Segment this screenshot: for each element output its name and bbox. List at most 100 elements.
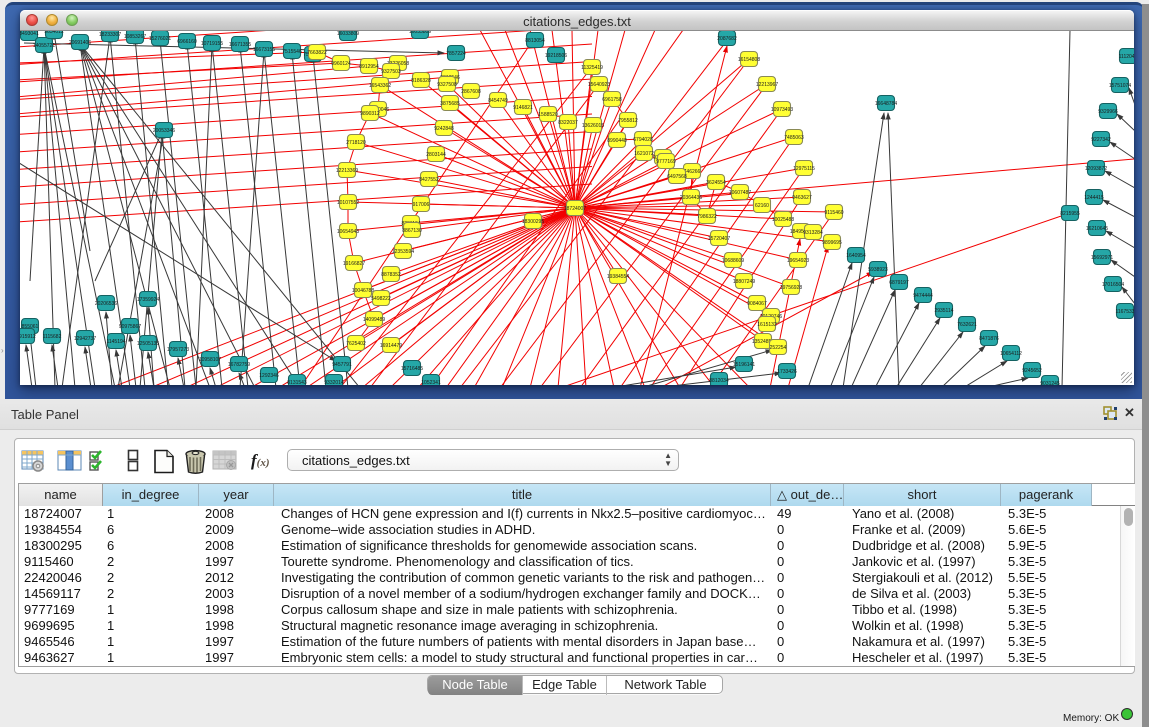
svg-text:8493041: 8493041 xyxy=(20,31,39,37)
svg-text:15751074: 15751074 xyxy=(1109,83,1131,89)
svg-text:18807249: 18807249 xyxy=(733,279,755,285)
svg-text:19384554: 19384554 xyxy=(607,274,629,280)
svg-text:16154808: 16154808 xyxy=(738,57,760,63)
svg-text:20053346: 20053346 xyxy=(153,128,175,134)
svg-text:9031245: 9031245 xyxy=(1040,381,1060,385)
svg-text:12353594: 12353594 xyxy=(392,249,414,255)
svg-text:2718120: 2718120 xyxy=(346,140,366,146)
svg-text:19654923: 19654923 xyxy=(787,258,809,264)
svg-text:2087682: 2087682 xyxy=(717,36,737,42)
svg-text:16673155: 16673155 xyxy=(253,47,275,53)
svg-text:9777169: 9777169 xyxy=(656,159,676,165)
svg-text:9327508: 9327508 xyxy=(437,82,457,88)
svg-text:9474444: 9474444 xyxy=(913,293,933,299)
svg-text:16210645: 16210645 xyxy=(1086,226,1108,232)
svg-text:16543362: 16543362 xyxy=(369,83,391,89)
svg-text:8322037: 8322037 xyxy=(558,120,578,126)
svg-text:20691406: 20691406 xyxy=(69,40,91,46)
svg-text:1167533: 1167533 xyxy=(1115,309,1134,315)
svg-text:14055721: 14055721 xyxy=(33,43,55,49)
svg-text:11325419: 11325419 xyxy=(581,65,603,71)
svg-text:252254: 252254 xyxy=(770,345,787,351)
svg-text:2867608: 2867608 xyxy=(461,89,481,95)
svg-text:5938923: 5938923 xyxy=(868,267,888,273)
svg-text:10046788: 10046788 xyxy=(352,288,374,294)
svg-text:16033809: 16033809 xyxy=(337,31,359,37)
svg-text:16782759: 16782759 xyxy=(228,362,250,368)
svg-text:2935114: 2935114 xyxy=(934,308,953,314)
svg-text:7663822: 7663822 xyxy=(307,50,327,56)
svg-text:6961758: 6961758 xyxy=(602,97,622,103)
svg-text:9327503: 9327503 xyxy=(381,69,401,75)
svg-text:1615132: 1615132 xyxy=(757,322,777,328)
svg-text:7632621: 7632621 xyxy=(957,322,977,328)
svg-text:10654112: 10654112 xyxy=(1000,351,1022,357)
svg-text:10107552: 10107552 xyxy=(337,200,359,206)
svg-text:16648784: 16648784 xyxy=(875,101,897,107)
svg-text:18233307: 18233307 xyxy=(99,32,121,38)
svg-text:917006: 917006 xyxy=(413,202,430,208)
svg-text:18300295: 18300295 xyxy=(522,219,544,225)
svg-text:16671355: 16671355 xyxy=(229,42,251,48)
svg-text:16033809: 16033809 xyxy=(409,31,431,35)
svg-text:9245652: 9245652 xyxy=(1022,368,1042,374)
svg-text:3915912: 3915912 xyxy=(20,334,36,340)
svg-text:10654943: 10654943 xyxy=(337,229,359,235)
svg-text:5498222: 5498222 xyxy=(371,296,391,302)
svg-text:10973493: 10973493 xyxy=(771,107,793,113)
svg-text:7515546: 7515546 xyxy=(282,49,302,55)
svg-text:1052341: 1052341 xyxy=(421,380,441,385)
svg-text:9313284: 9313284 xyxy=(803,230,823,236)
svg-text:1112045: 1112045 xyxy=(1119,54,1134,60)
svg-text:90975867: 90975867 xyxy=(119,324,141,330)
svg-text:12213967: 12213967 xyxy=(756,82,778,88)
svg-text:12975115: 12975115 xyxy=(793,166,815,172)
svg-text:2803144: 2803144 xyxy=(426,152,446,158)
svg-text:19218506: 19218506 xyxy=(545,53,567,59)
svg-text:17359924: 17359924 xyxy=(137,297,159,303)
svg-text:19756928: 19756928 xyxy=(780,285,802,291)
svg-text:15692971: 15692971 xyxy=(1091,255,1113,261)
svg-text:18724007: 18724007 xyxy=(564,206,586,212)
svg-text:17957273: 17957273 xyxy=(167,347,189,353)
svg-text:7986322: 7986322 xyxy=(697,214,717,220)
svg-text:8471876: 8471876 xyxy=(979,336,999,342)
svg-text:8454749: 8454749 xyxy=(488,98,508,104)
svg-text:1115682: 1115682 xyxy=(43,334,62,340)
svg-text:9960124: 9960124 xyxy=(331,61,351,67)
svg-text:6966160: 6966160 xyxy=(177,39,197,45)
svg-text:1588520: 1588520 xyxy=(538,112,558,118)
svg-text:10025488: 10025488 xyxy=(772,217,794,223)
svg-text:17016504: 17016504 xyxy=(1102,282,1124,288)
svg-text:10853267: 10853267 xyxy=(124,34,146,40)
svg-text:10607487: 10607487 xyxy=(729,190,751,196)
svg-text:6879197: 6879197 xyxy=(889,280,909,286)
svg-text:10958107: 10958107 xyxy=(199,357,221,363)
svg-text:12505135: 12505135 xyxy=(137,341,159,347)
svg-text:7485063: 7485063 xyxy=(784,135,804,141)
svg-text:15640923: 15640923 xyxy=(588,82,610,88)
svg-text:7857224: 7857224 xyxy=(446,51,466,57)
svg-text:9890312: 9890312 xyxy=(360,111,380,117)
svg-text:8813054: 8813054 xyxy=(525,38,545,44)
svg-text:16914479: 16914479 xyxy=(380,343,402,349)
svg-text:15276021: 15276021 xyxy=(149,36,171,42)
svg-text:1621072: 1621072 xyxy=(634,151,654,157)
svg-text:9084067: 9084067 xyxy=(747,301,767,307)
svg-text:1145194: 1145194 xyxy=(106,339,125,345)
svg-text:8867130: 8867130 xyxy=(402,228,422,234)
svg-text:3875685: 3875685 xyxy=(440,101,460,107)
svg-text:13626015: 13626015 xyxy=(582,123,604,129)
svg-text:1292346: 1292346 xyxy=(259,373,279,379)
svg-text:6794028: 6794028 xyxy=(633,137,653,143)
svg-text:9115460: 9115460 xyxy=(824,210,843,216)
svg-text:8186328: 8186328 xyxy=(411,78,431,84)
svg-text:9463627: 9463627 xyxy=(792,195,812,201)
svg-text:8812034: 8812034 xyxy=(709,378,729,384)
svg-text:8215955: 8215955 xyxy=(1060,211,1080,217)
svg-text:15196141: 15196141 xyxy=(733,362,755,368)
svg-text:9329966: 9329966 xyxy=(1098,109,1118,115)
svg-text:8912954: 8912954 xyxy=(359,64,379,70)
svg-text:9146821: 9146821 xyxy=(513,105,533,111)
svg-text:9899695: 9899695 xyxy=(822,240,842,246)
